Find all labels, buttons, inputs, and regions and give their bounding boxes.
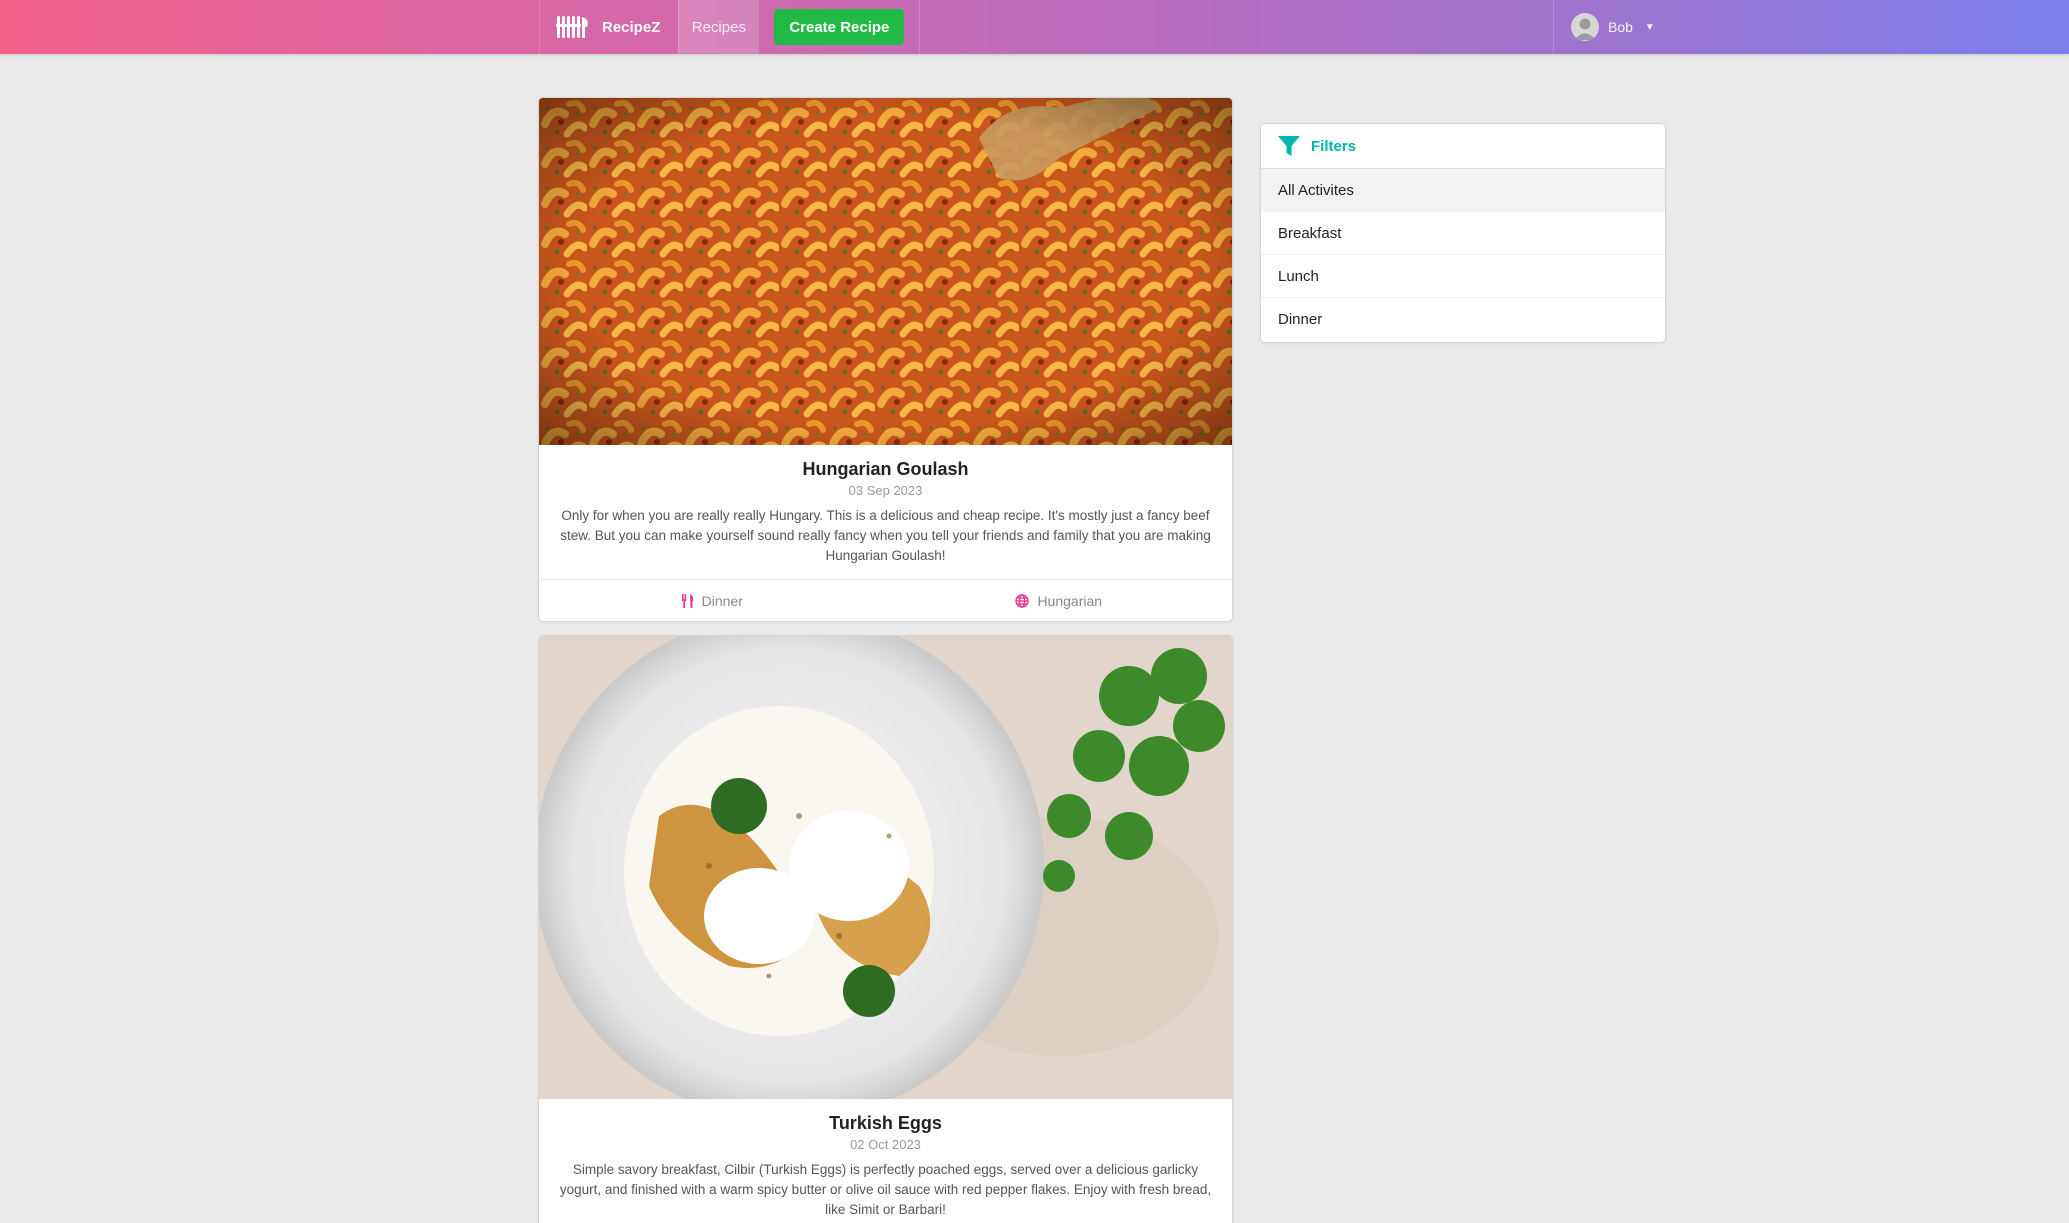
cutlery-logo-icon [556,16,588,38]
top-navbar: RecipeZ Recipes Create Recipe Bob ▼ [0,0,2069,54]
filters-title: Filters [1311,137,1357,155]
filters-header: Filters [1261,124,1665,169]
brand-name: RecipeZ [602,18,661,36]
card-meta: Dinner Hungarian [539,579,1232,621]
nav-recipes-link[interactable]: Recipes [678,0,759,54]
recipe-image [539,98,1232,445]
brand-link[interactable]: RecipeZ [539,0,678,54]
user-name: Bob [1608,19,1633,35]
recipe-card[interactable]: Hungarian Goulash 03 Sep 2023 Only for w… [539,98,1232,621]
recipe-image [539,636,1232,1099]
filter-icon [1278,136,1300,156]
recipe-date: 03 Sep 2023 [848,483,923,498]
create-recipe-button[interactable]: Create Recipe [774,9,905,45]
card-content: Hungarian Goulash 03 Sep 2023 Only for w… [539,445,1232,566]
recipe-category: Dinner [539,580,886,621]
recipe-description: Simple savory breakfast, Cilbir (Turkish… [559,1162,1212,1217]
recipe-title[interactable]: Turkish Eggs [555,1111,1216,1135]
recipe-title[interactable]: Hungarian Goulash [555,457,1216,481]
recipe-card[interactable]: Turkish Eggs 02 Oct 2023 Simple savory b… [539,636,1232,1223]
cuisine-label: Hungarian [1037,592,1103,609]
filter-item-breakfast[interactable]: Breakfast [1261,212,1665,255]
filter-item-dinner[interactable]: Dinner [1261,298,1665,341]
recipe-description: Only for when you are really really Hung… [560,508,1211,563]
nav-menu: RecipeZ Recipes Create Recipe [539,0,921,54]
globe-icon [1015,593,1030,608]
utensils-icon [681,593,693,608]
user-avatar-icon [1571,13,1599,41]
recipe-date: 02 Oct 2023 [850,1137,921,1152]
filter-item-lunch[interactable]: Lunch [1261,255,1665,298]
recipe-cuisine: Hungarian [886,580,1233,621]
card-content: Turkish Eggs 02 Oct 2023 Simple savory b… [539,1099,1232,1220]
filters-menu: Filters All Activites Breakfast Lunch Di… [1261,124,1665,342]
caret-down-icon: ▼ [1644,21,1655,33]
nav-create-container: Create Recipe [758,0,921,54]
category-label: Dinner [701,592,743,609]
user-menu-dropdown[interactable]: Bob ▼ [1553,0,1664,54]
filter-item-all-activities[interactable]: All Activites [1261,169,1665,212]
